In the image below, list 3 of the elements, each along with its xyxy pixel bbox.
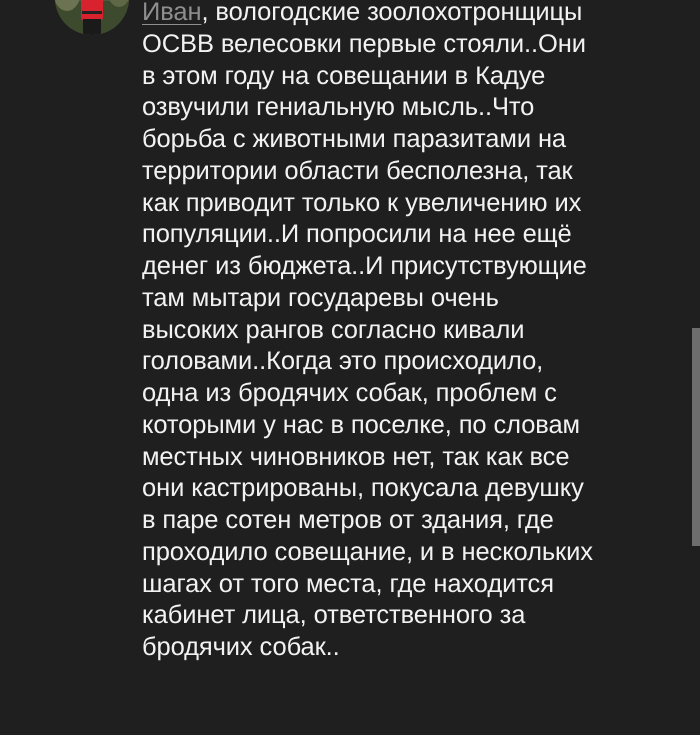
scrollbar[interactable]	[692, 328, 700, 546]
author-link[interactable]: Иван	[142, 0, 202, 26]
comment-text: Иван, вологодские зоолохотронщицы ОСВВ велесовки первые стояли..Они в этом году на совещании в Кадуе озвучили гениальную мысль..Что борьба с животными паразитами на территории области бесполезна, так как приводит только к увеличению их популяции..И попросили на нее ещё денег из бюджета..И присутствующие там мытари государевы очень высоких рангов согласно кивали головами..Когда это происходило, одна из бродячих собак, проблем с которыми у нас в поселке, по словам местных чиновников нет, так как все они кастрированы, покусала девушку в паре сотен метров от здания, где проходило совещание, и в нескольких шагах от того места, где находится кабинет лица, ответственного за бродячих собак..	[142, 0, 593, 663]
